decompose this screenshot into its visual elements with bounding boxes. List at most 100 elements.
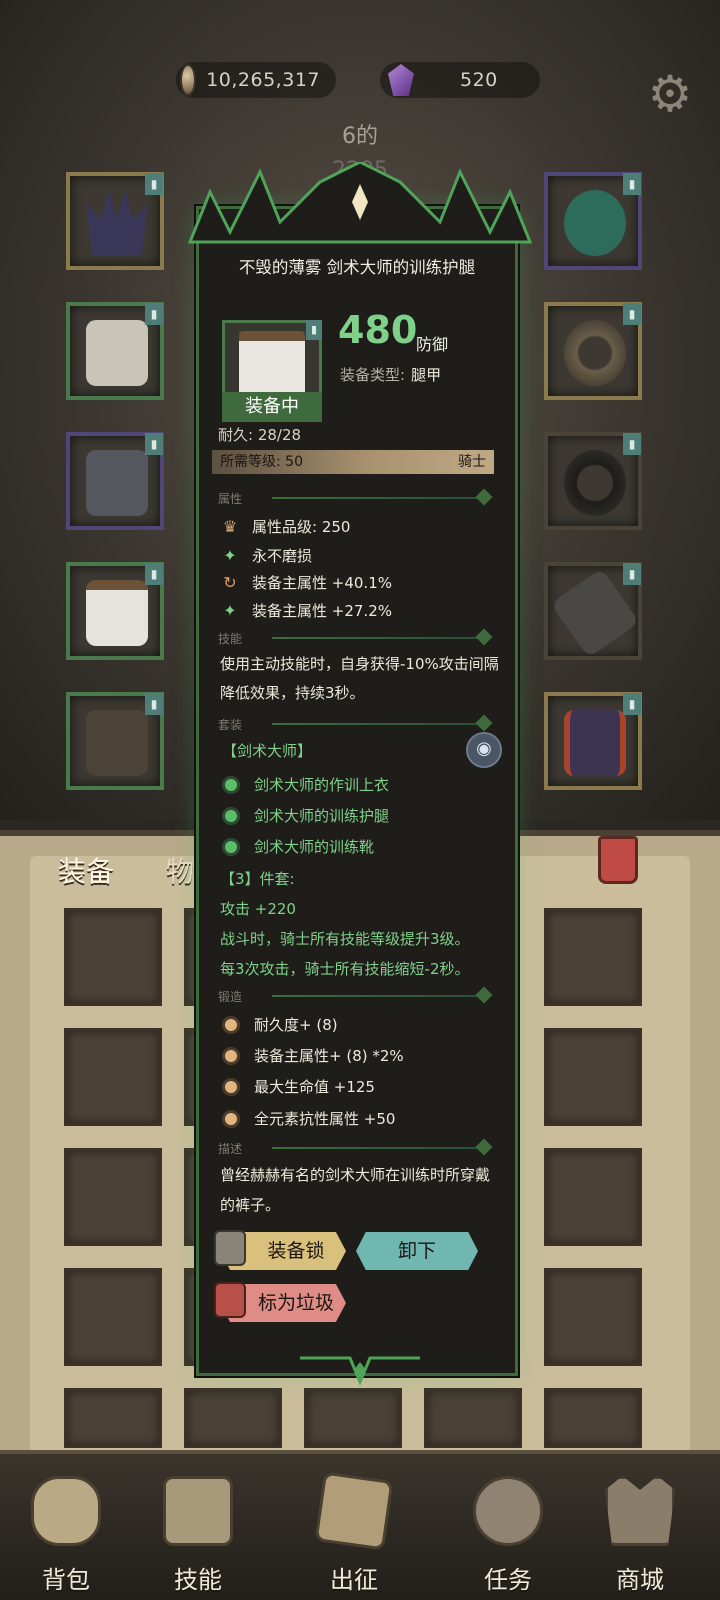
equipped-badge: 装备中 [222, 392, 322, 422]
attr-quality: ♛ 属性品级: 250 [220, 516, 351, 537]
skill-text: 使用主动技能时，自身获得-10%攻击间隔降低效果，持续3秒。 [220, 655, 499, 702]
slot-boots[interactable]: ▮ [66, 692, 164, 790]
bag-cell[interactable] [64, 1388, 162, 1448]
nav-label: 技能 [174, 1566, 222, 1594]
defense-label: 防御 [416, 335, 449, 354]
section-set: 套装 [218, 714, 494, 732]
slot-chest[interactable]: ▮ [66, 302, 164, 400]
slot-amulet[interactable]: ▮ [544, 172, 642, 270]
forge-line: 全元素抗性属性 +50 [222, 1108, 395, 1129]
nav-skills[interactable]: 技能 [138, 1450, 258, 1600]
attr-main-1: ↻ 装备主属性 +40.1% [220, 572, 392, 593]
section-forge: 锻造 [218, 986, 494, 1004]
lock-tag-icon: ▮ [145, 303, 163, 325]
defense-value: 480 [338, 308, 418, 352]
lock-tag-icon: ▮ [306, 320, 322, 340]
scroll-icon [473, 1476, 543, 1546]
slot-helmet[interactable]: ▮ [66, 172, 164, 270]
slot-gloves[interactable]: ▮ [66, 432, 164, 530]
sparkle-icon: ✦ [223, 545, 237, 565]
eye-icon[interactable]: ◉ [466, 732, 502, 768]
nav-backpack[interactable]: 背包 [6, 1450, 126, 1600]
tooltip-bottom-ornament [300, 1356, 420, 1386]
bag-cell[interactable] [544, 1268, 642, 1366]
bag-cell[interactable] [64, 1028, 162, 1126]
set-bonus-line: 战斗时，骑士所有技能等级提升3级。 [220, 930, 470, 948]
description-text: 曾经赫赫有名的剑术大师在训练时所穿戴的裤子。 [220, 1166, 491, 1214]
slot-cloak[interactable]: ▮ [544, 692, 642, 790]
equipment-type-value: 腿甲 [411, 366, 442, 384]
required-level-bar: 所需等级: 50 骑士 [212, 450, 494, 474]
padlock-icon [214, 1230, 246, 1266]
forge-dot [222, 1077, 240, 1096]
lock-tag-icon: ▮ [145, 563, 163, 585]
quality-icon: ♛ [222, 516, 238, 536]
section-attributes: 属性 [218, 488, 494, 506]
bag-cell[interactable] [544, 1028, 642, 1126]
bag-cell[interactable] [544, 1148, 642, 1246]
lock-tag-icon: ▮ [623, 563, 641, 585]
bag-cell[interactable] [424, 1388, 522, 1448]
set-item: 剑术大师的作训上衣 [222, 774, 389, 795]
unequip-label: 卸下 [397, 1240, 436, 1262]
slot-legs[interactable]: ▮ [66, 562, 164, 660]
junk-icon [214, 1282, 246, 1318]
bag-cell[interactable] [64, 908, 162, 1006]
slot-weapon[interactable]: ▮ [544, 562, 642, 660]
attr-unbreakable: ✦ 永不磨损 [220, 545, 312, 566]
forge-dot [222, 1015, 240, 1034]
gauntlet-icon [86, 450, 148, 516]
set-owned-dot [222, 775, 240, 794]
set-bonus-header: 【3】件套: [220, 870, 295, 888]
hero-name: 6的 [342, 124, 378, 149]
boots-icon [86, 710, 148, 776]
section-description: 描述 [218, 1138, 494, 1156]
forge-dot [222, 1109, 240, 1128]
tab-equipment[interactable]: 装备 [58, 850, 114, 890]
bag-cell[interactable] [304, 1388, 402, 1448]
set-name: 【剑术大师】 [222, 742, 313, 760]
bag-cell[interactable] [64, 1268, 162, 1366]
lock-tag-icon: ▮ [145, 693, 163, 715]
unequip-button[interactable]: 卸下 [356, 1232, 478, 1270]
amulet-icon [564, 190, 626, 256]
coin-value: 10,265,317 [206, 69, 320, 91]
ring-icon [564, 320, 626, 386]
nav-label: 背包 [42, 1566, 90, 1594]
nav-label: 商城 [616, 1566, 664, 1594]
slot-ring-1[interactable]: ▮ [544, 302, 642, 400]
forge-line: 耐久度+ (8) [222, 1014, 338, 1035]
chest-armor-icon [86, 320, 148, 386]
sparkle-icon: ✦ [223, 600, 237, 620]
equipment-type-key: 装备类型: [340, 366, 406, 384]
gem-icon [388, 64, 414, 96]
set-bonus-line: 攻击 +220 [220, 900, 296, 918]
required-class: 骑士 [458, 454, 486, 470]
section-skill: 技能 [218, 628, 494, 646]
slot-ring-2[interactable]: ▮ [544, 432, 642, 530]
tooltip-thorn-crown [187, 162, 533, 244]
nav-quests[interactable]: 任务 [448, 1450, 568, 1600]
item-title: 不毁的薄雾 剑术大师的训练护腿 [238, 258, 476, 277]
ring-icon [564, 450, 626, 516]
backpack-icon [31, 1476, 101, 1546]
lock-tag-icon: ▮ [623, 303, 641, 325]
pants-icon [86, 580, 148, 646]
cloak-icon [564, 710, 626, 776]
set-owned-dot [222, 837, 240, 856]
bag-cell[interactable] [544, 1388, 642, 1448]
bag-cell[interactable] [544, 908, 642, 1006]
bag-cell[interactable] [64, 1148, 162, 1246]
bag-cell[interactable] [184, 1388, 282, 1448]
equip-lock-label: 装备锁 [267, 1240, 325, 1262]
crown-shop-icon [605, 1476, 675, 1546]
set-owned-dot [222, 806, 240, 825]
equipment-type: 装备类型: 腿甲 [340, 364, 441, 385]
lock-tag-icon: ▮ [145, 433, 163, 455]
mark-junk-label: 标为垃圾 [257, 1292, 334, 1314]
lock-tag-icon: ▮ [623, 173, 641, 195]
nav-shop[interactable]: 商城 [580, 1450, 700, 1600]
trash-icon[interactable] [598, 836, 638, 884]
nav-expedition[interactable]: 出征 [294, 1450, 414, 1600]
settings-gear-icon[interactable]: ⚙ [642, 66, 698, 122]
